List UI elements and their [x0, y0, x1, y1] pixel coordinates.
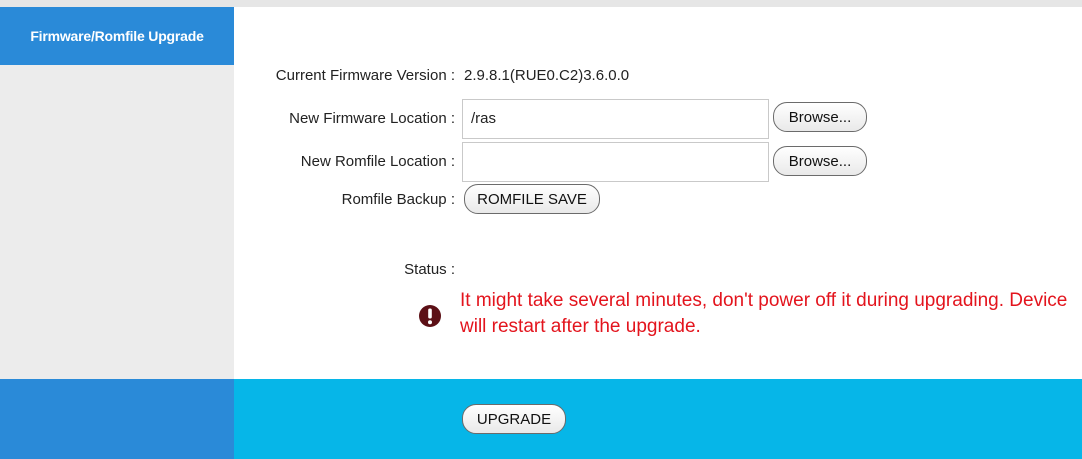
romfile-backup-label: Romfile Backup :	[341, 191, 455, 208]
current-firmware-label: Current Firmware Version :	[275, 67, 455, 84]
new-romfile-label: New Romfile Location :	[300, 153, 455, 170]
status-warning-message: It might take several minutes, don't pow…	[460, 290, 1068, 337]
new-firmware-label: New Firmware Location :	[289, 110, 455, 127]
footer-bar	[234, 379, 1082, 459]
browse-firmware-button[interactable]: Browse...	[773, 102, 867, 132]
exclamation-icon	[419, 305, 441, 327]
new-romfile-input[interactable]	[462, 142, 769, 182]
status-label: Status :	[404, 261, 455, 278]
new-firmware-input[interactable]: /ras	[462, 99, 769, 139]
current-firmware-value: 2.9.8.1(RUE0.C2)3.6.0.0	[464, 67, 630, 84]
footer-left-bar	[0, 379, 234, 459]
browse-romfile-button[interactable]: Browse...	[773, 146, 867, 176]
sidebar-title: Firmware/Romfile Upgrade	[30, 28, 204, 44]
upgrade-button[interactable]: UPGRADE	[462, 404, 566, 434]
romfile-save-button[interactable]: ROMFILE SAVE	[464, 184, 600, 214]
top-border	[0, 0, 1082, 7]
